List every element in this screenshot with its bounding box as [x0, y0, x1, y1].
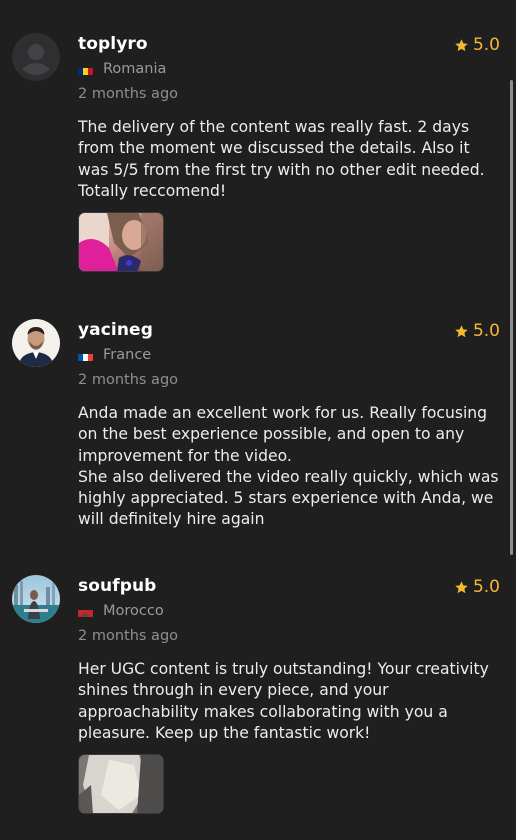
review-image[interactable]	[78, 212, 164, 272]
review-text: Anda made an excellent work for us. Real…	[78, 403, 503, 531]
morocco-flag-icon	[78, 606, 93, 617]
country-name: France	[103, 347, 152, 363]
avatar[interactable]	[12, 575, 60, 623]
review-text-paragraph: She also delivered the video really quic…	[78, 467, 499, 529]
rating-value: 5.0	[472, 577, 500, 597]
romania-flag-icon	[78, 64, 93, 75]
review-time: 2 months ago	[78, 372, 179, 388]
star-icon	[455, 324, 468, 337]
review-time: 2 months ago	[78, 628, 179, 644]
rating-value: 5.0	[472, 321, 500, 341]
review-rating: 5.0	[454, 577, 500, 597]
review-text-paragraph: The delivery of the content was really f…	[78, 118, 485, 200]
reviewer-country: France	[78, 347, 151, 363]
scrollbar[interactable]	[510, 80, 513, 555]
country-name: Romania	[103, 61, 167, 77]
review-image[interactable]	[78, 754, 164, 814]
rating-value: 5.0	[472, 35, 500, 55]
default-avatar-icon[interactable]	[12, 33, 60, 81]
review-rating: 5.0	[454, 35, 500, 55]
review-rating: 5.0	[454, 321, 500, 341]
star-icon	[455, 38, 468, 51]
review-text: The delivery of the content was really f…	[78, 117, 503, 202]
review-time: 2 months ago	[78, 86, 179, 102]
review-text-paragraph: Anda made an excellent work for us. Real…	[78, 404, 488, 465]
france-flag-icon	[78, 350, 93, 361]
reviewer-username[interactable]: toplyro	[78, 34, 148, 54]
review-text-paragraph: Her UGC content is truly outstanding! Yo…	[78, 660, 489, 742]
reviewer-username[interactable]: soufpub	[78, 576, 156, 596]
reviewer-country: Morocco	[78, 603, 164, 619]
star-icon	[455, 580, 468, 593]
avatar[interactable]	[12, 319, 60, 367]
reviewer-country: Romania	[78, 61, 166, 77]
reviewer-username[interactable]: yacineg	[78, 320, 153, 340]
scrollbar-thumb[interactable]	[510, 80, 513, 555]
review-text: Her UGC content is truly outstanding! Yo…	[78, 659, 503, 744]
reviews-page: toplyro 5.0 Romania 2 months ago The del…	[0, 0, 516, 840]
country-name: Morocco	[103, 603, 164, 619]
